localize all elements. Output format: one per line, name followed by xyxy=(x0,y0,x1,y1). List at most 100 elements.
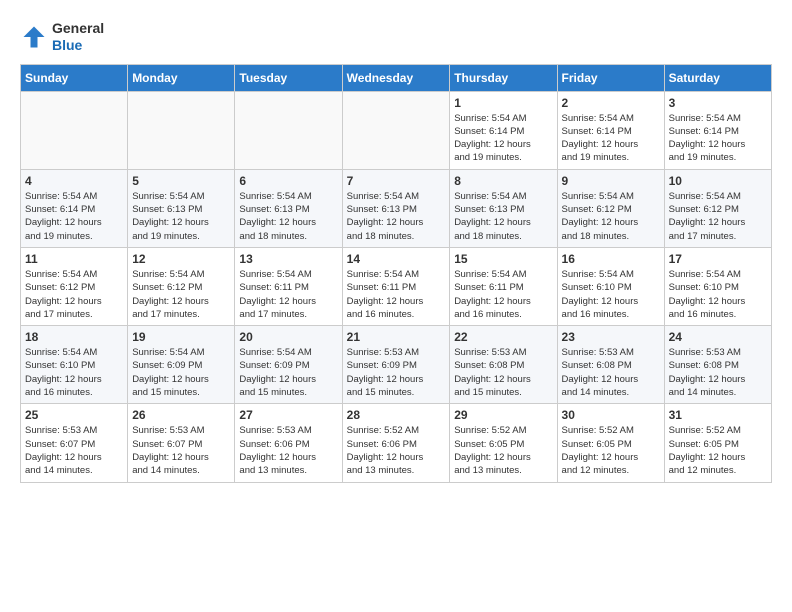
day-number: 11 xyxy=(25,252,123,266)
calendar-cell: 17 Sunrise: 5:54 AM Sunset: 6:10 PM Dayli… xyxy=(664,247,771,325)
day-info: Sunrise: 5:54 AM Sunset: 6:10 PM Dayligh… xyxy=(669,268,767,321)
day-info: Sunrise: 5:52 AM Sunset: 6:06 PM Dayligh… xyxy=(347,424,446,477)
day-number: 28 xyxy=(347,408,446,422)
column-header-monday: Monday xyxy=(128,64,235,91)
calendar-cell: 2 Sunrise: 5:54 AM Sunset: 6:14 PM Daylig… xyxy=(557,91,664,169)
calendar-cell: 13Sunrise: 5:54 AM Sunset: 6:11 PM Dayli… xyxy=(235,247,342,325)
week-row-2: 4 Sunrise: 5:54 AM Sunset: 6:14 PM Daylig… xyxy=(21,169,772,247)
column-header-saturday: Saturday xyxy=(664,64,771,91)
calendar-cell: 23 Sunrise: 5:53 AM Sunset: 6:08 PM Dayli… xyxy=(557,326,664,404)
day-number: 16 xyxy=(562,252,660,266)
day-number: 26 xyxy=(132,408,230,422)
calendar-cell: 11 Sunrise: 5:54 AM Sunset: 6:12 PM Dayli… xyxy=(21,247,128,325)
day-info: Sunrise: 5:54 AM Sunset: 6:14 PM Dayligh… xyxy=(562,112,660,165)
day-number: 12 xyxy=(132,252,230,266)
calendar-cell: 5 Sunrise: 5:54 AM Sunset: 6:13 PM Daylig… xyxy=(128,169,235,247)
day-info: Sunrise: 5:54 AM Sunset: 6:12 PM Dayligh… xyxy=(562,190,660,243)
calendar-cell: 26 Sunrise: 5:53 AM Sunset: 6:07 PM Dayli… xyxy=(128,404,235,482)
day-info: Sunrise: 5:52 AM Sunset: 6:05 PM Dayligh… xyxy=(454,424,552,477)
logo: General Blue xyxy=(20,20,104,54)
day-number: 9 xyxy=(562,174,660,188)
column-header-friday: Friday xyxy=(557,64,664,91)
day-info: Sunrise: 5:54 AM Sunset: 6:13 PM Dayligh… xyxy=(132,190,230,243)
calendar-cell: 22Sunrise: 5:53 AM Sunset: 6:08 PM Dayli… xyxy=(450,326,557,404)
day-info: Sunrise: 5:54 AM Sunset: 6:14 PM Dayligh… xyxy=(669,112,767,165)
week-row-5: 25 Sunrise: 5:53 AM Sunset: 6:07 PM Dayli… xyxy=(21,404,772,482)
day-number: 19 xyxy=(132,330,230,344)
day-info: Sunrise: 5:54 AM Sunset: 6:10 PM Dayligh… xyxy=(25,346,123,399)
day-number: 29 xyxy=(454,408,552,422)
calendar-cell: 25Sunrise: 5:53 AM Sunset: 6:07 PM Dayli… xyxy=(21,404,128,482)
day-number: 18 xyxy=(25,330,123,344)
calendar-cell: 19 Sunrise: 5:54 AM Sunset: 6:09 PM Dayli… xyxy=(128,326,235,404)
day-number: 8 xyxy=(454,174,552,188)
calendar-cell: 4 Sunrise: 5:54 AM Sunset: 6:14 PM Daylig… xyxy=(21,169,128,247)
calendar-cell xyxy=(342,91,450,169)
day-info: Sunrise: 5:53 AM Sunset: 6:08 PM Dayligh… xyxy=(562,346,660,399)
calendar-cell: 24Sunrise: 5:53 AM Sunset: 6:08 PM Dayli… xyxy=(664,326,771,404)
calendar-cell: 31 Sunrise: 5:52 AM Sunset: 6:05 PM Dayli… xyxy=(664,404,771,482)
day-info: Sunrise: 5:54 AM Sunset: 6:11 PM Dayligh… xyxy=(347,268,446,321)
calendar-cell: 21Sunrise: 5:53 AM Sunset: 6:09 PM Dayli… xyxy=(342,326,450,404)
day-number: 15 xyxy=(454,252,552,266)
calendar-cell: 3 Sunrise: 5:54 AM Sunset: 6:14 PM Daylig… xyxy=(664,91,771,169)
calendar-cell xyxy=(128,91,235,169)
logo-text: General Blue xyxy=(52,20,104,54)
day-info: Sunrise: 5:54 AM Sunset: 6:11 PM Dayligh… xyxy=(239,268,337,321)
day-number: 5 xyxy=(132,174,230,188)
page-header: General Blue xyxy=(20,20,772,54)
day-info: Sunrise: 5:53 AM Sunset: 6:08 PM Dayligh… xyxy=(669,346,767,399)
day-number: 21 xyxy=(347,330,446,344)
calendar-header-row: SundayMondayTuesdayWednesdayThursdayFrid… xyxy=(21,64,772,91)
day-info: Sunrise: 5:53 AM Sunset: 6:08 PM Dayligh… xyxy=(454,346,552,399)
calendar-cell: 16 Sunrise: 5:54 AM Sunset: 6:10 PM Dayli… xyxy=(557,247,664,325)
calendar-cell: 8Sunrise: 5:54 AM Sunset: 6:13 PM Daylig… xyxy=(450,169,557,247)
calendar-cell: 10 Sunrise: 5:54 AM Sunset: 6:12 PM Dayli… xyxy=(664,169,771,247)
calendar-cell: 7 Sunrise: 5:54 AM Sunset: 6:13 PM Daylig… xyxy=(342,169,450,247)
calendar-cell: 15 Sunrise: 5:54 AM Sunset: 6:11 PM Dayli… xyxy=(450,247,557,325)
day-info: Sunrise: 5:54 AM Sunset: 6:10 PM Dayligh… xyxy=(562,268,660,321)
day-info: Sunrise: 5:52 AM Sunset: 6:05 PM Dayligh… xyxy=(562,424,660,477)
day-info: Sunrise: 5:54 AM Sunset: 6:12 PM Dayligh… xyxy=(25,268,123,321)
calendar-cell: 18 Sunrise: 5:54 AM Sunset: 6:10 PM Dayli… xyxy=(21,326,128,404)
day-number: 10 xyxy=(669,174,767,188)
calendar-cell xyxy=(235,91,342,169)
day-info: Sunrise: 5:54 AM Sunset: 6:14 PM Dayligh… xyxy=(25,190,123,243)
day-info: Sunrise: 5:54 AM Sunset: 6:13 PM Dayligh… xyxy=(239,190,337,243)
day-number: 4 xyxy=(25,174,123,188)
logo-icon xyxy=(20,23,48,51)
calendar-cell xyxy=(21,91,128,169)
calendar-cell: 9 Sunrise: 5:54 AM Sunset: 6:12 PM Daylig… xyxy=(557,169,664,247)
day-number: 2 xyxy=(562,96,660,110)
week-row-1: 1 Sunrise: 5:54 AM Sunset: 6:14 PM Daylig… xyxy=(21,91,772,169)
day-number: 23 xyxy=(562,330,660,344)
day-number: 31 xyxy=(669,408,767,422)
day-number: 14 xyxy=(347,252,446,266)
day-number: 17 xyxy=(669,252,767,266)
day-number: 20 xyxy=(239,330,337,344)
week-row-4: 18 Sunrise: 5:54 AM Sunset: 6:10 PM Dayli… xyxy=(21,326,772,404)
calendar-cell: 30 Sunrise: 5:52 AM Sunset: 6:05 PM Dayli… xyxy=(557,404,664,482)
day-info: Sunrise: 5:53 AM Sunset: 6:07 PM Dayligh… xyxy=(132,424,230,477)
day-number: 3 xyxy=(669,96,767,110)
week-row-3: 11 Sunrise: 5:54 AM Sunset: 6:12 PM Dayli… xyxy=(21,247,772,325)
day-info: Sunrise: 5:54 AM Sunset: 6:09 PM Dayligh… xyxy=(239,346,337,399)
day-info: Sunrise: 5:54 AM Sunset: 6:11 PM Dayligh… xyxy=(454,268,552,321)
day-number: 1 xyxy=(454,96,552,110)
calendar-cell: 27 Sunrise: 5:53 AM Sunset: 6:06 PM Dayli… xyxy=(235,404,342,482)
day-info: Sunrise: 5:52 AM Sunset: 6:05 PM Dayligh… xyxy=(669,424,767,477)
day-number: 27 xyxy=(239,408,337,422)
day-number: 30 xyxy=(562,408,660,422)
column-header-wednesday: Wednesday xyxy=(342,64,450,91)
day-info: Sunrise: 5:54 AM Sunset: 6:09 PM Dayligh… xyxy=(132,346,230,399)
day-info: Sunrise: 5:54 AM Sunset: 6:13 PM Dayligh… xyxy=(347,190,446,243)
column-header-tuesday: Tuesday xyxy=(235,64,342,91)
day-info: Sunrise: 5:54 AM Sunset: 6:12 PM Dayligh… xyxy=(669,190,767,243)
calendar-cell: 28 Sunrise: 5:52 AM Sunset: 6:06 PM Dayli… xyxy=(342,404,450,482)
day-number: 7 xyxy=(347,174,446,188)
day-number: 6 xyxy=(239,174,337,188)
day-number: 25 xyxy=(25,408,123,422)
day-info: Sunrise: 5:54 AM Sunset: 6:14 PM Dayligh… xyxy=(454,112,552,165)
calendar-cell: 20 Sunrise: 5:54 AM Sunset: 6:09 PM Dayli… xyxy=(235,326,342,404)
day-info: Sunrise: 5:53 AM Sunset: 6:06 PM Dayligh… xyxy=(239,424,337,477)
